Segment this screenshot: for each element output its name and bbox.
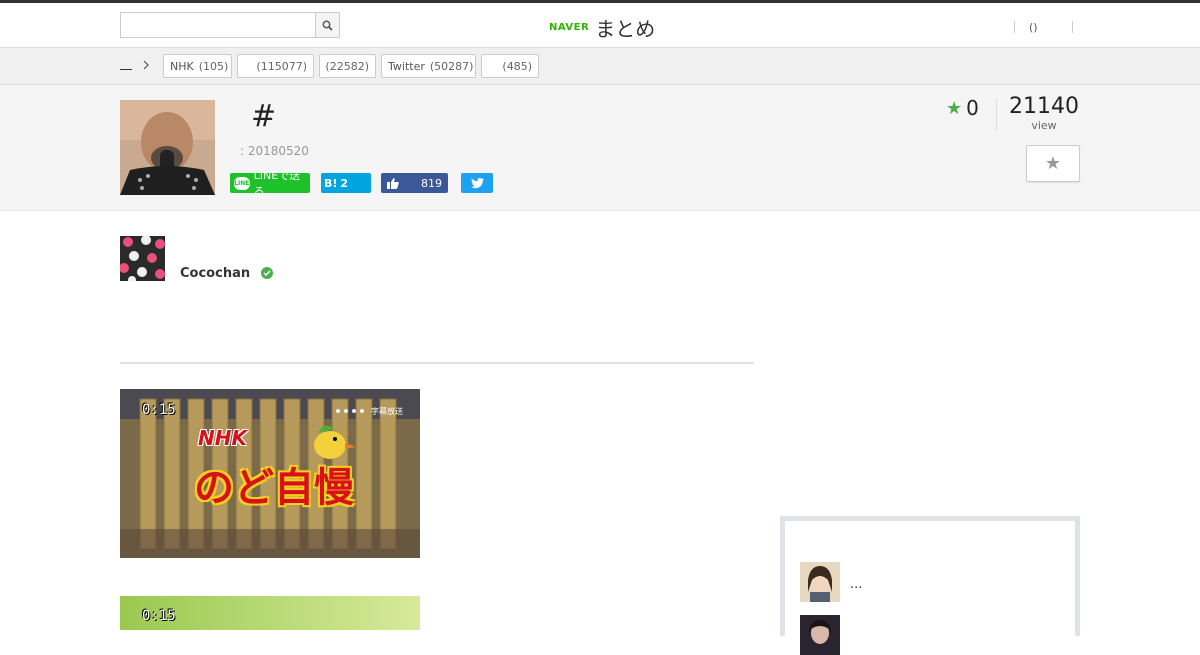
header-user-menu: (): [1014, 18, 1073, 36]
chevron-right-icon: [143, 60, 149, 70]
view-count: 21140 view: [1008, 94, 1080, 133]
tag-count: (485): [502, 59, 532, 73]
star-icon: ★: [946, 97, 963, 119]
content-divider: [120, 362, 754, 364]
stats-divider: [996, 99, 997, 131]
hatena-icon: B!: [324, 176, 338, 190]
caption-badge: 字幕放送: [371, 407, 403, 416]
header-divider: [1071, 21, 1073, 33]
view-number: 21140: [1009, 94, 1079, 119]
tag-count: (105): [198, 59, 229, 73]
related-thumbnail[interactable]: [800, 562, 840, 602]
logo-matome: まとめ: [595, 17, 656, 41]
thumbs-up-icon: [387, 177, 399, 189]
author-avatar[interactable]: [120, 236, 165, 281]
hatena-count: 2: [340, 176, 349, 190]
tag-label: NHK: [170, 59, 194, 73]
related-title[interactable]: ...: [850, 577, 862, 592]
tag-item[interactable]: (115077): [237, 54, 314, 78]
site-logo[interactable]: NAVER まとめ: [549, 13, 655, 42]
nhk-logo: NHK: [198, 426, 247, 450]
facebook-count: 819: [421, 176, 442, 190]
logo-naver: NAVER: [549, 22, 590, 33]
favorite-count: ★ 0: [946, 96, 979, 120]
verified-check-icon: [261, 267, 273, 279]
tag-nhk[interactable]: NHK (105): [163, 54, 232, 78]
tag-list: NHK (105) (115077) (22582) Twitter (5028…: [163, 54, 539, 78]
share-buttons: LINE LINEで送る B! 2 819: [230, 169, 493, 198]
tag-label: Twitter: [388, 59, 425, 73]
twitter-share-button[interactable]: [461, 173, 493, 193]
search-input[interactable]: [121, 13, 316, 37]
favorite-button[interactable]: ★: [1026, 145, 1080, 182]
star-icon: ★: [1044, 153, 1062, 174]
search-icon: [322, 20, 333, 31]
article-date: : 20180520: [240, 144, 309, 158]
facebook-like-button[interactable]: 819: [381, 173, 448, 193]
tag-count: (115077): [256, 59, 307, 73]
breadcrumb: [120, 60, 150, 70]
video-thumbnail[interactable]: 0:15 字幕放送 NHK のど自慢: [120, 389, 420, 558]
video-timestamp: 0:15: [142, 402, 176, 418]
author-name[interactable]: Cocochan: [180, 266, 250, 281]
program-logo: のど自慢: [194, 465, 354, 511]
search-button[interactable]: [315, 13, 339, 37]
sidebar-related-box: ...: [780, 516, 1080, 655]
line-share-button[interactable]: LINE LINEで送る: [230, 169, 310, 198]
site-header: NAVER まとめ (): [0, 3, 1200, 48]
page-title: #: [251, 99, 277, 134]
line-icon: LINE: [234, 176, 250, 190]
header-user-count[interactable]: (): [1029, 21, 1038, 34]
twitter-icon: [470, 177, 484, 188]
article-thumbnail: [120, 100, 215, 195]
tag-twitter[interactable]: Twitter (50287): [381, 54, 476, 78]
hatena-bookmark-button[interactable]: B! 2: [321, 173, 371, 193]
related-thumbnail[interactable]: [800, 615, 840, 655]
view-label: view: [1031, 119, 1057, 132]
tag-count: (50287): [429, 59, 474, 73]
video-timestamp: 0:15: [142, 608, 176, 624]
tag-item[interactable]: (485): [481, 54, 539, 78]
tag-item[interactable]: (22582): [319, 54, 376, 78]
header-divider: [1014, 21, 1015, 33]
breadcrumb-home[interactable]: [120, 60, 132, 70]
search-box: [120, 12, 340, 38]
favorite-number: 0: [966, 96, 979, 120]
article-header: # : 20180520 LINE LINEで送る B! 2 819 ★ 0 2…: [0, 85, 1200, 211]
line-share-label: LINEで送る: [253, 169, 301, 198]
category-bar: NHK (105) (115077) (22582) Twitter (5028…: [0, 48, 1200, 85]
video-thumbnail[interactable]: 0:15: [120, 596, 420, 630]
tag-count: (22582): [325, 59, 369, 73]
